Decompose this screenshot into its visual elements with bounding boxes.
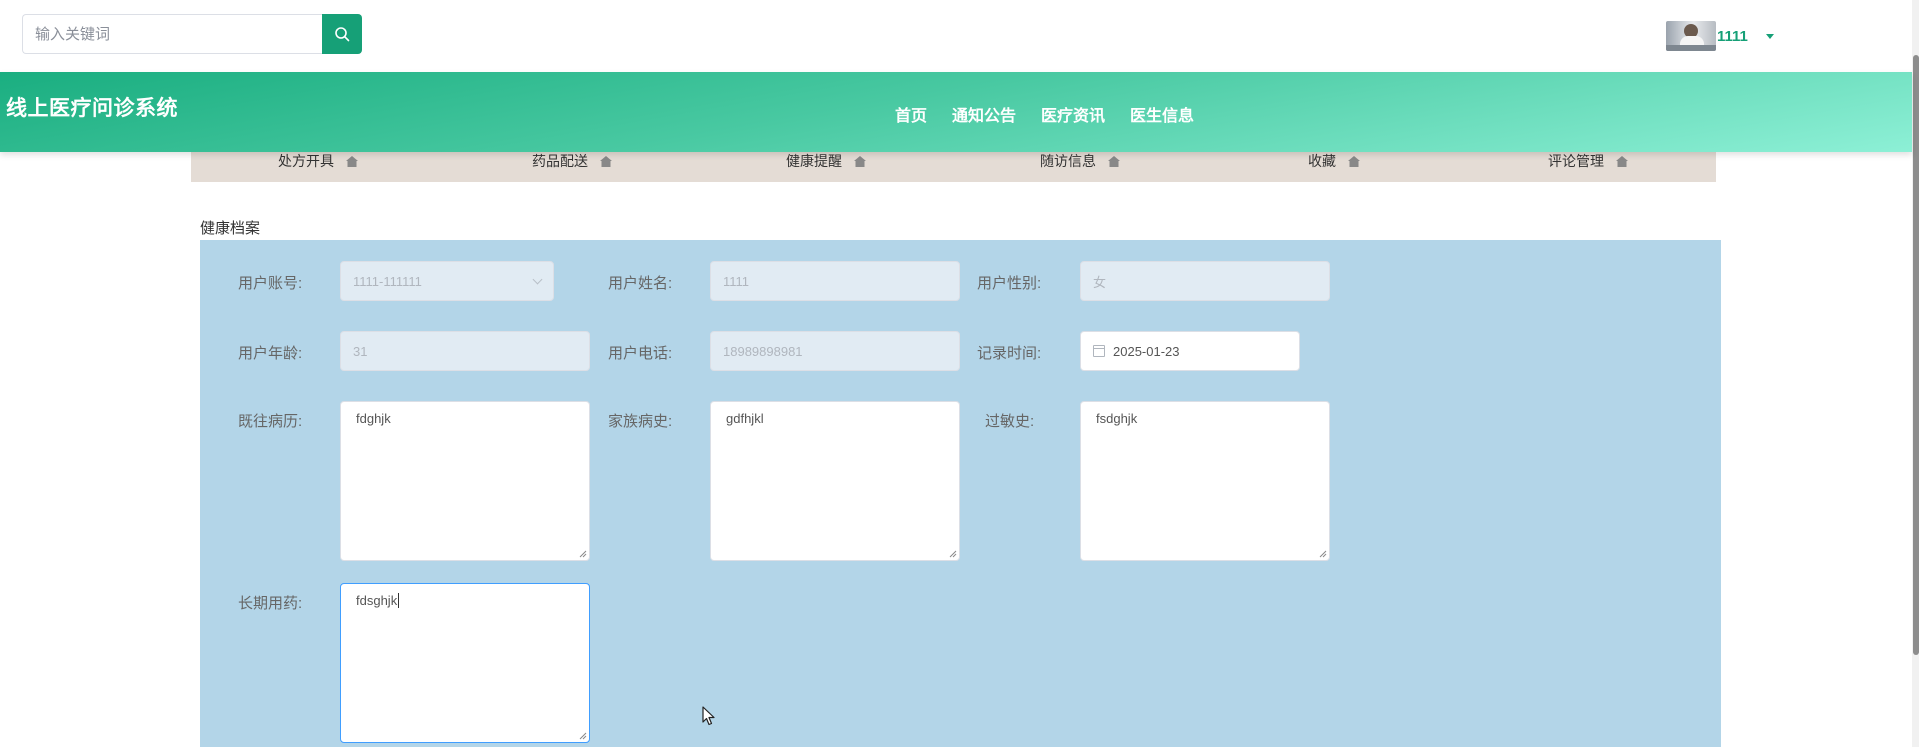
age-field[interactable]: 31 [340, 331, 590, 371]
age-value: 31 [353, 343, 368, 359]
subnav-item-favorites[interactable]: 收藏 [1308, 151, 1360, 171]
family-history-value: gdfhjkl [726, 411, 764, 426]
subnav-item-label: 药品配送 [532, 153, 588, 169]
home-icon [1348, 155, 1360, 167]
record-time-value: 2025-01-23 [1113, 343, 1180, 359]
account-value: 1111-111111 [353, 273, 422, 289]
age-label: 用户年龄: [238, 345, 303, 362]
text-caret [398, 593, 400, 608]
main-nav: 首页 通知公告 医疗资讯 医生信息 [895, 102, 1219, 126]
health-record-form: 用户账号: 1111-111111 用户姓名: 1111 用户性别: 女 用户年… [200, 240, 1721, 747]
resize-grip-icon[interactable] [579, 550, 587, 558]
chevron-down-icon [532, 274, 543, 285]
family-history-label: 家族病史: [608, 413, 673, 430]
user-menu[interactable]: 1111 [1666, 20, 1774, 52]
scrollbar-thumb[interactable] [1913, 55, 1919, 655]
allergy-label: 过敏史: [985, 413, 1035, 430]
long-term-meds-label: 长期用药: [238, 595, 303, 612]
account-select[interactable]: 1111-111111 [340, 261, 554, 301]
gender-label: 用户性别: [977, 275, 1042, 292]
home-icon [600, 155, 612, 167]
gender-value: 女 [1093, 274, 1107, 290]
subnav-item-label: 健康提醒 [786, 153, 842, 169]
search-input[interactable] [22, 14, 323, 54]
avatar[interactable] [1666, 21, 1716, 51]
nav-item-doctor-info[interactable]: 医生信息 [1130, 102, 1194, 126]
search-icon [335, 27, 350, 42]
account-label: 用户账号: [238, 275, 303, 292]
top-bar: 1111 [0, 0, 1919, 72]
mouse-cursor-icon [702, 706, 715, 726]
past-history-value: fdghjk [356, 411, 391, 426]
chevron-down-icon[interactable] [1765, 33, 1774, 39]
subnav-item-prescription[interactable]: 处方开具 [278, 151, 358, 171]
name-label: 用户姓名: [608, 275, 673, 292]
name-field[interactable]: 1111 [710, 261, 960, 301]
gender-field[interactable]: 女 [1080, 261, 1330, 301]
record-time-datepicker[interactable]: 2025-01-23 [1080, 331, 1300, 371]
allergy-textarea[interactable]: fsdghjk [1080, 401, 1330, 561]
phone-field[interactable]: 18989898981 [710, 331, 960, 371]
home-icon [854, 155, 866, 167]
allergy-value: fsdghjk [1096, 411, 1138, 426]
subnav-item-label: 评论管理 [1548, 153, 1604, 169]
site-title: 线上医疗问诊系统 [6, 97, 178, 120]
home-icon [346, 155, 358, 167]
section-title: 健康档案 [200, 220, 261, 237]
name-value: 1111 [723, 273, 750, 289]
resize-grip-icon[interactable] [579, 732, 587, 740]
resize-grip-icon[interactable] [1319, 550, 1327, 558]
past-history-label: 既往病历: [238, 413, 303, 430]
subnav-item-label: 处方开具 [278, 153, 334, 169]
past-history-textarea[interactable]: fdghjk [340, 401, 590, 561]
subnav-item-health-reminder[interactable]: 健康提醒 [786, 151, 866, 171]
nav-item-notices[interactable]: 通知公告 [952, 102, 1016, 126]
page-scrollbar[interactable] [1912, 0, 1919, 747]
subnav-item-followup[interactable]: 随访信息 [1040, 151, 1120, 171]
long-term-meds-value: fdsghjk [356, 593, 398, 608]
subnav-item-comments[interactable]: 评论管理 [1548, 151, 1628, 171]
username[interactable]: 1111 [1717, 28, 1748, 45]
subnav-item-label: 收藏 [1308, 153, 1336, 169]
nav-item-home[interactable]: 首页 [895, 102, 927, 126]
phone-value: 18989898981 [723, 343, 803, 359]
subnav-item-label: 随访信息 [1040, 153, 1096, 169]
calendar-icon [1093, 345, 1105, 357]
site-header: 线上医疗问诊系统 首页 通知公告 医疗资讯 医生信息 [0, 72, 1912, 152]
subnav-item-delivery[interactable]: 药品配送 [532, 151, 612, 171]
resize-grip-icon[interactable] [949, 550, 957, 558]
family-history-textarea[interactable]: gdfhjkl [710, 401, 960, 561]
phone-label: 用户电话: [608, 345, 673, 362]
nav-item-medical-news[interactable]: 医疗资讯 [1041, 102, 1105, 126]
long-term-meds-textarea[interactable]: fdsghjk [340, 583, 590, 743]
search-button[interactable] [322, 14, 362, 54]
home-icon [1616, 155, 1628, 167]
record-time-label: 记录时间: [977, 345, 1042, 362]
home-icon [1108, 155, 1120, 167]
